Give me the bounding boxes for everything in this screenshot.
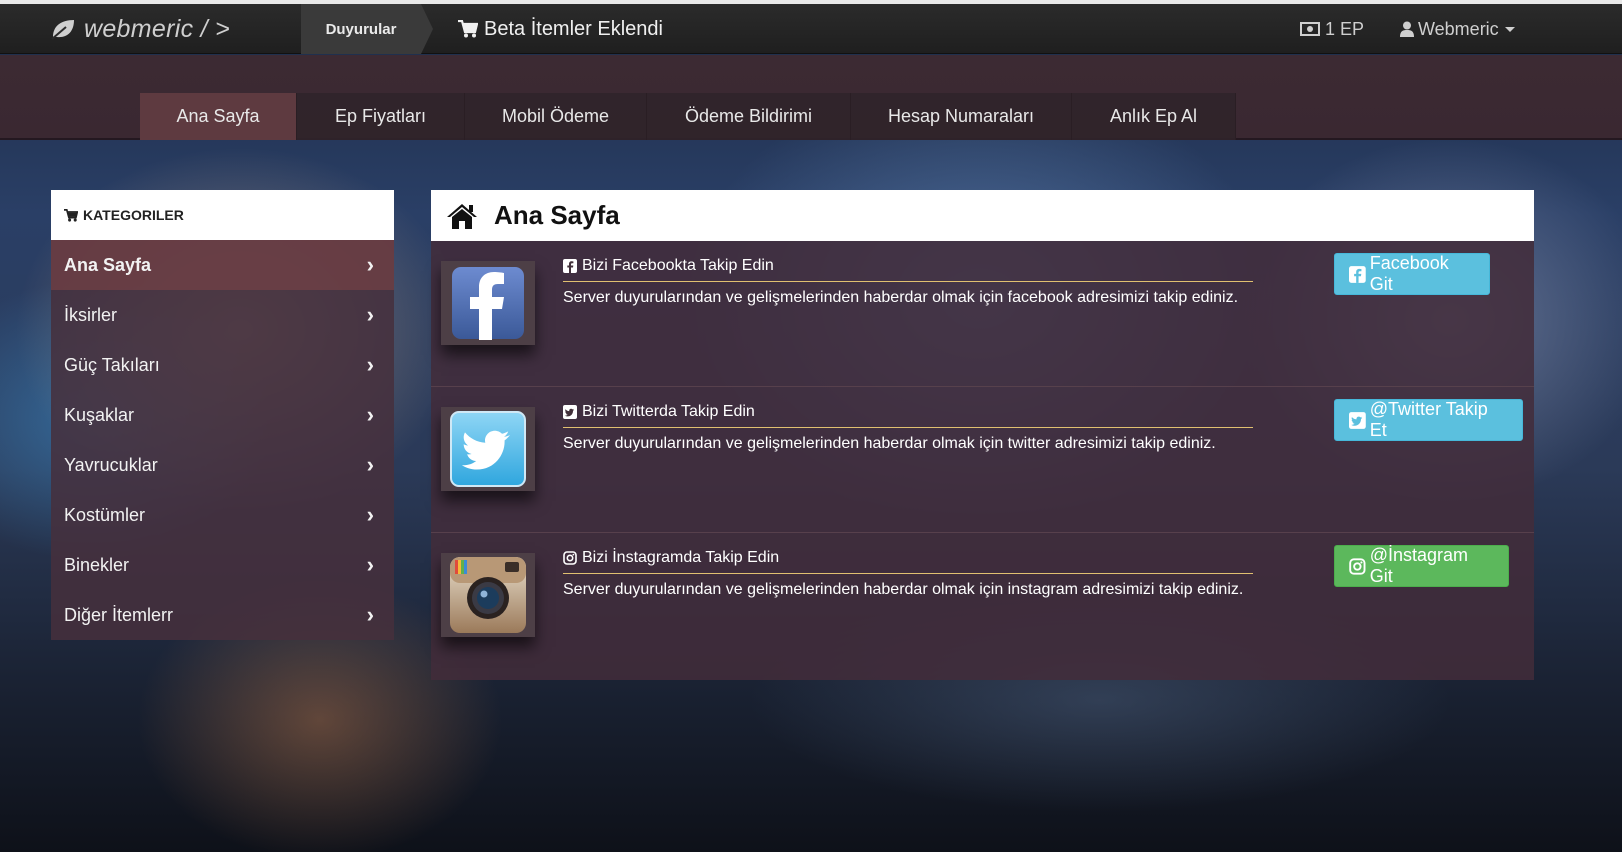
sidebar-item-label: İksirler <box>64 304 117 325</box>
ep-balance[interactable]: 1 EP <box>1300 4 1364 54</box>
social-row-twitter: Bizi Twitterda Takip Edin Server duyurul… <box>431 387 1534 533</box>
announcement-ticker[interactable]: Beta İtemler Eklendi <box>458 4 663 54</box>
cart-icon <box>458 20 478 38</box>
instagram-small-icon <box>1349 557 1366 575</box>
main-nav: Ana Sayfa Ep Fiyatları Mobil Ödeme Ödeme… <box>140 93 1236 140</box>
instagram-icon <box>450 557 526 633</box>
main-nav-band: Ana Sayfa Ep Fiyatları Mobil Ödeme Ödeme… <box>0 55 1622 140</box>
chevron-right-icon: › <box>366 402 374 427</box>
facebook-title: Bizi Facebookta Takip Edin <box>563 257 774 275</box>
nav-item-hesap-numaralari[interactable]: Hesap Numaraları <box>851 93 1072 140</box>
instagram-title: Bizi İnstagramda Takip Edin <box>563 549 779 567</box>
chevron-right-icon: › <box>366 352 374 377</box>
user-menu-dropdown[interactable]: Webmeric <box>1400 4 1515 54</box>
instagram-title-text: Bizi İnstagramda Takip Edin <box>582 549 780 566</box>
divider <box>563 573 1253 574</box>
twitter-title: Bizi Twitterda Takip Edin <box>563 403 755 421</box>
chevron-right-icon: › <box>366 252 374 277</box>
cart-icon <box>64 208 78 222</box>
nav-item-odeme-bildirimi[interactable]: Ödeme Bildirimi <box>647 93 851 140</box>
sidebar-item-label: Ana Sayfa <box>64 254 152 275</box>
sidebar-item-label: Kuşaklar <box>64 404 135 425</box>
brand-name: webmeric / > <box>84 14 231 43</box>
announcements-tag: Duyurular <box>301 4 433 54</box>
sidebar-item-label: Güç Takıları <box>64 354 160 375</box>
divider <box>563 427 1253 428</box>
twitter-logo <box>441 407 535 491</box>
sidebar-item-ana-sayfa[interactable]: Ana Sayfa › <box>51 240 394 290</box>
facebook-icon <box>452 267 524 340</box>
nav-item-ana-sayfa[interactable]: Ana Sayfa <box>140 93 297 140</box>
ep-balance-value: 1 EP <box>1325 18 1365 39</box>
sidebar-item-label: Diğer İtemlerr <box>64 604 174 625</box>
user-icon <box>1400 21 1414 37</box>
nav-item-ep-fiyatlari[interactable]: Ep Fiyatları <box>297 93 465 140</box>
facebook-description: Server duyurularından ve gelişmelerinden… <box>563 289 1239 306</box>
instagram-small-icon <box>563 551 577 565</box>
facebook-logo <box>441 261 535 345</box>
nav-item-mobil-odeme[interactable]: Mobil Ödeme <box>465 93 647 140</box>
facebook-button-label: Facebook Git <box>1369 253 1449 294</box>
top-bar: webmeric / > Duyurular Beta İtemler Ekle… <box>0 4 1622 54</box>
sidebar-item-binekler[interactable]: Binekler › <box>51 540 394 590</box>
nav-item-anlik-ep-al[interactable]: Anlık Ep Al <box>1072 93 1236 140</box>
user-name: Webmeric <box>1418 18 1499 39</box>
chevron-right-icon: › <box>366 502 374 527</box>
sidebar-item-diger-itemler[interactable]: Diğer İtemlerr › <box>51 590 394 640</box>
divider <box>563 281 1253 282</box>
twitter-title-text: Bizi Twitterda Takip Edin <box>582 403 755 420</box>
social-row-facebook: Bizi Facebookta Takip Edin Server duyuru… <box>431 241 1534 387</box>
sidebar-item-yavrucuklar[interactable]: Yavrucuklar › <box>51 440 394 490</box>
chevron-right-icon: › <box>366 602 374 627</box>
facebook-button[interactable]: Facebook Git <box>1334 253 1490 295</box>
facebook-square-icon <box>1349 265 1366 283</box>
chevron-right-icon: › <box>366 452 374 477</box>
social-row-instagram: Bizi İnstagramda Takip Edin Server duyur… <box>431 533 1534 679</box>
chevron-right-icon: › <box>366 552 374 577</box>
twitter-button-label: @Twitter Takip Et <box>1369 399 1488 440</box>
sidebar-title: KATEGORILER <box>83 207 184 223</box>
caret-down-icon <box>1504 26 1515 32</box>
instagram-logo <box>441 553 535 637</box>
twitter-icon <box>450 411 526 487</box>
category-sidebar: KATEGORILER Ana Sayfa › İksirler › Güç T… <box>51 190 394 640</box>
facebook-square-icon <box>563 259 577 273</box>
sidebar-item-label: Kostümler <box>64 504 146 525</box>
sidebar-item-kostumler[interactable]: Kostümler › <box>51 490 394 540</box>
twitter-square-icon <box>1349 411 1366 429</box>
instagram-button-label: @İnstagram Git <box>1369 545 1469 586</box>
home-icon <box>447 203 477 229</box>
leaf-icon <box>51 20 74 40</box>
instagram-button[interactable]: @İnstagram Git <box>1334 545 1509 587</box>
sidebar-item-kusaklar[interactable]: Kuşaklar › <box>51 390 394 440</box>
sidebar-item-label: Yavrucuklar <box>64 454 158 475</box>
main-panel-header: Ana Sayfa <box>431 190 1534 241</box>
money-icon <box>1300 22 1320 36</box>
announcement-text: Beta İtemler Eklendi <box>484 17 663 40</box>
instagram-description: Server duyurularından ve gelişmelerinden… <box>563 581 1244 598</box>
sidebar-header: KATEGORILER <box>51 190 394 240</box>
brand-logo[interactable]: webmeric / > <box>50 4 230 54</box>
sidebar-item-guc-takilari[interactable]: Güç Takıları › <box>51 340 394 390</box>
sidebar-item-iksirler[interactable]: İksirler › <box>51 290 394 340</box>
sidebar-item-label: Binekler <box>64 554 130 575</box>
twitter-square-icon <box>563 405 577 419</box>
twitter-button[interactable]: @Twitter Takip Et <box>1334 399 1523 441</box>
facebook-title-text: Bizi Facebookta Takip Edin <box>582 257 774 274</box>
page-title: Ana Sayfa <box>494 200 620 230</box>
chevron-right-icon: › <box>366 302 374 327</box>
main-panel: Ana Sayfa Bizi Facebookta Takip Edin Ser… <box>431 190 1534 680</box>
twitter-description: Server duyurularından ve gelişmelerinden… <box>563 435 1216 452</box>
